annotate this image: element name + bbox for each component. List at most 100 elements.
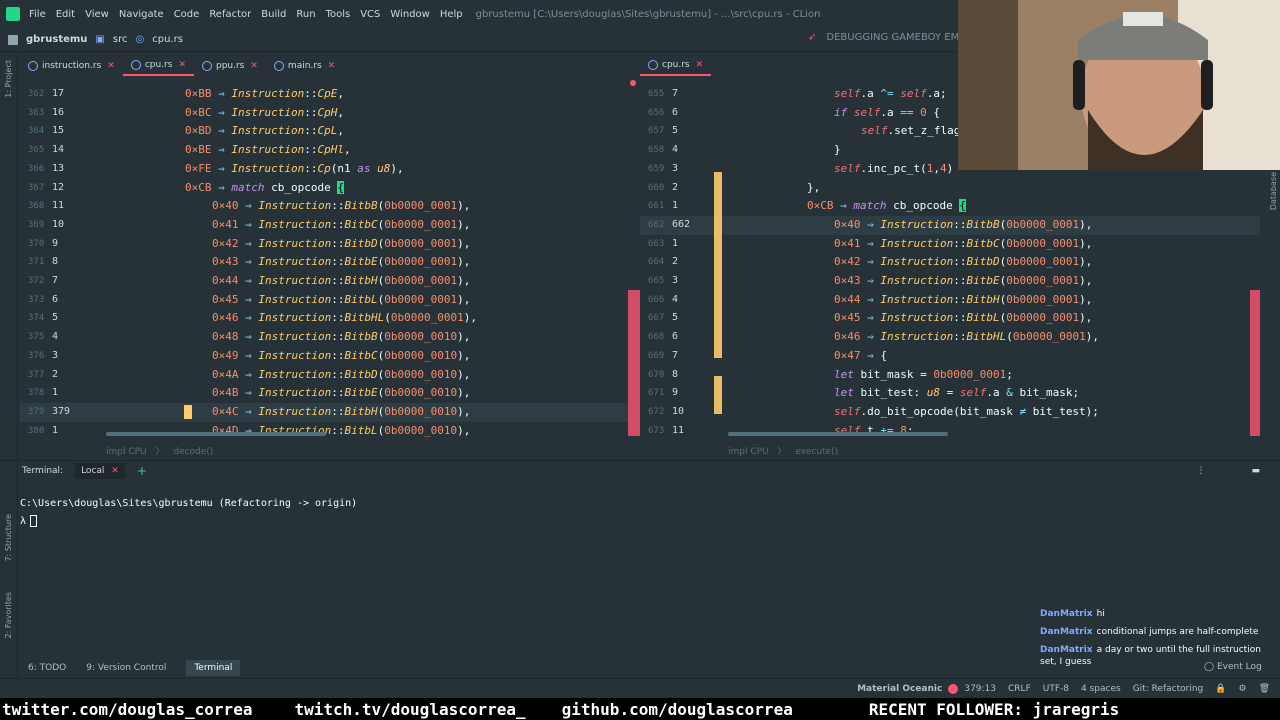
code-line[interactable]: 0×46 ⇒ Instruction::BitbHL(0b0000_0001), [834, 328, 1099, 347]
breadcrumb-project[interactable]: gbrustemu [26, 34, 87, 45]
more-icon[interactable]: ⋮ [1196, 466, 1205, 476]
menu-code[interactable]: Code [169, 9, 205, 20]
lock-icon[interactable]: 🔒 [1215, 684, 1226, 694]
code-line[interactable]: 0×48 ⇒ Instruction::BitbB(0b0000_0010), [212, 328, 470, 347]
menu-edit[interactable]: Edit [51, 9, 80, 20]
code-line[interactable]: 0×4D ⇒ Instruction::BitbL(0b0000_0010), [212, 422, 470, 440]
code-line[interactable]: } [834, 141, 841, 160]
menu-view[interactable]: View [80, 9, 114, 20]
menu-run[interactable]: Run [291, 9, 320, 20]
code-line[interactable]: }, [807, 179, 820, 198]
code-line[interactable]: 0×46 ⇒ Instruction::BitbHL(0b0000_0001), [212, 309, 477, 328]
horizontal-scrollbar[interactable] [106, 432, 326, 436]
code-line[interactable]: 0×43 ⇒ Instruction::BitbE(0b0000_0001), [834, 272, 1092, 291]
breadcrumb-fn[interactable]: decode() [173, 447, 213, 457]
code-line[interactable]: 0×BE ⇒ Instruction::CpHl, [185, 141, 351, 160]
recent-follower: RECENT FOLLOWER: jraregris [868, 699, 1120, 719]
code-line[interactable]: 0×45 ⇒ Instruction::BitbL(0b0000_0001), [834, 309, 1092, 328]
menu-window[interactable]: Window [385, 9, 434, 20]
run-configuration[interactable]: ➶ DEBUGGING GAMEBOY EMU [808, 32, 975, 43]
menu-tools[interactable]: Tools [321, 9, 356, 20]
editor-tab[interactable]: main.rs ✕ [266, 56, 343, 76]
code-line[interactable]: 0×CB ⇒ match cb_opcode { [807, 197, 966, 216]
code-line[interactable]: 0×40 ⇒ Instruction::BitbB(0b0000_0001), [212, 197, 470, 216]
terminal-tab-local[interactable]: Local ✕ [75, 462, 125, 479]
line-number: 671 [648, 388, 665, 399]
breadcrumb-impl[interactable]: impl CPU [106, 447, 147, 457]
code-line[interactable]: self.do_bit_opcode(bit_mask ≠ bit_test); [834, 403, 1099, 422]
close-icon[interactable]: ✕ [107, 61, 115, 71]
breadcrumb-folder[interactable]: src [113, 34, 128, 45]
code-line[interactable]: let bit_mask = 0b0000_0001; [834, 366, 1013, 385]
todo-tool-button[interactable]: 6: TODO [28, 663, 66, 673]
editor-tab[interactable]: cpu.rs ✕ [122, 56, 194, 76]
close-icon[interactable]: ✕ [696, 60, 704, 70]
code-line[interactable]: let bit_test: u8 = self.a & bit_mask; [834, 384, 1079, 403]
code-line[interactable]: 0×BD ⇒ Instruction::CpL, [185, 122, 344, 141]
left-editor[interactable]: 362 17 0×BB ⇒ Instruction::CpE, 363 16 0×BC ⇒… [20, 80, 630, 440]
minimize-icon[interactable]: ▬ [1251, 466, 1260, 476]
code-line[interactable]: 0×FE ⇒ Instruction::Cp(n1 as u8), [185, 160, 404, 179]
code-line[interactable]: 0×BB ⇒ Instruction::CpE, [185, 85, 344, 104]
add-terminal-icon[interactable]: + [137, 464, 147, 478]
code-line[interactable]: 0×49 ⇒ Instruction::BitbC(0b0000_0010), [212, 347, 470, 366]
code-line[interactable]: 0×44 ⇒ Instruction::BitbH(0b0000_0001), [834, 291, 1092, 310]
code-line[interactable]: 0×41 ⇒ Instruction::BitbC(0b0000_0001), [212, 216, 470, 235]
breadcrumb-impl[interactable]: impl CPU [728, 447, 769, 457]
terminal-output[interactable]: C:\Users\douglas\Sites\gbrustemu (Refact… [20, 498, 357, 527]
code-line[interactable]: self.a ^= self.a; [834, 85, 947, 104]
database-tool-tab[interactable]: Database [1269, 172, 1278, 210]
horizontal-scrollbar[interactable] [728, 432, 948, 436]
code-line[interactable]: 0×BC ⇒ Instruction::CpH, [185, 104, 344, 123]
code-line[interactable]: 0×CB ⇒ match cb_opcode { [185, 179, 344, 198]
editor-tab[interactable]: cpu.rs ✕ [640, 56, 712, 76]
code-line[interactable]: 0×42 ⇒ Instruction::BitbD(0b0000_0001), [212, 235, 470, 254]
chat-text: hi [1096, 609, 1105, 619]
code-line[interactable]: self.set_z_flag( [861, 122, 967, 141]
code-line[interactable]: 0×4C ⇒ Instruction::BitbH(0b0000_0010), [212, 403, 470, 422]
menu-navigate[interactable]: Navigate [114, 9, 169, 20]
code-line[interactable]: 0×44 ⇒ Instruction::BitbH(0b0000_0001), [212, 272, 470, 291]
close-icon[interactable]: ✕ [328, 61, 336, 71]
breadcrumb-fn[interactable]: execute() [795, 447, 838, 457]
theme-indicator[interactable]: Material Oceanic [857, 684, 942, 694]
file-encoding[interactable]: UTF-8 [1043, 684, 1069, 694]
indent-setting[interactable]: 4 spaces [1081, 684, 1121, 694]
favorites-tool-tab[interactable]: 2: Favorites [4, 592, 13, 638]
code-line[interactable]: 0×4B ⇒ Instruction::BitbE(0b0000_0010), [212, 384, 470, 403]
code-line[interactable]: self.t += 8; [834, 422, 914, 440]
trash-icon[interactable]: 🗑 [1259, 684, 1270, 694]
code-line[interactable]: 0×43 ⇒ Instruction::BitbE(0b0000_0001), [212, 253, 470, 272]
menu-help[interactable]: Help [435, 9, 468, 20]
close-icon[interactable]: ✕ [178, 60, 186, 70]
breadcrumb-file[interactable]: cpu.rs [152, 34, 183, 45]
breakpoint-icon[interactable] [630, 80, 636, 86]
relative-line-number: 4 [672, 293, 679, 305]
code-line[interactable]: 0×41 ⇒ Instruction::BitbC(0b0000_0001), [834, 235, 1092, 254]
terminal-tool-button[interactable]: Terminal [186, 660, 241, 676]
code-line[interactable]: if self.a == 0 { [834, 104, 940, 123]
menu-build[interactable]: Build [256, 9, 291, 20]
code-line[interactable]: 0×4A ⇒ Instruction::BitbD(0b0000_0010), [212, 366, 470, 385]
code-line[interactable]: 0×45 ⇒ Instruction::BitbL(0b0000_0001), [212, 291, 470, 310]
version-control-tool-button[interactable]: 9: Version Control [86, 663, 166, 673]
menu-vcs[interactable]: VCS [355, 9, 385, 20]
line-separator[interactable]: CRLF [1008, 684, 1031, 694]
editor-tab[interactable]: instruction.rs ✕ [20, 56, 123, 76]
cursor-position[interactable]: 379:13 [964, 684, 996, 694]
menu-file[interactable]: File [24, 9, 51, 20]
close-icon[interactable]: ✕ [111, 466, 119, 476]
structure-tool-tab[interactable]: 7: Structure [4, 514, 13, 562]
event-log-button[interactable]: ◯ Event Log [1204, 662, 1262, 672]
code-line[interactable]: self.inc_pc_t(1,4) [834, 160, 953, 179]
git-branch[interactable]: Git: Refactoring [1133, 684, 1204, 694]
close-icon[interactable]: ✕ [250, 61, 258, 71]
editor-tab[interactable]: ppu.rs ✕ [194, 56, 266, 76]
menu-refactor[interactable]: Refactor [204, 9, 256, 20]
project-tool-tab[interactable]: 1: Project [4, 60, 13, 98]
settings-icon[interactable]: ⚙ [1238, 684, 1246, 694]
line-number: 371 [28, 257, 45, 268]
code-line[interactable]: 0×42 ⇒ Instruction::BitbD(0b0000_0001), [834, 253, 1092, 272]
code-line[interactable]: 0×40 ⇒ Instruction::BitbB(0b0000_0001), [834, 216, 1092, 235]
code-line[interactable]: 0×47 ⇒ { [834, 347, 887, 366]
